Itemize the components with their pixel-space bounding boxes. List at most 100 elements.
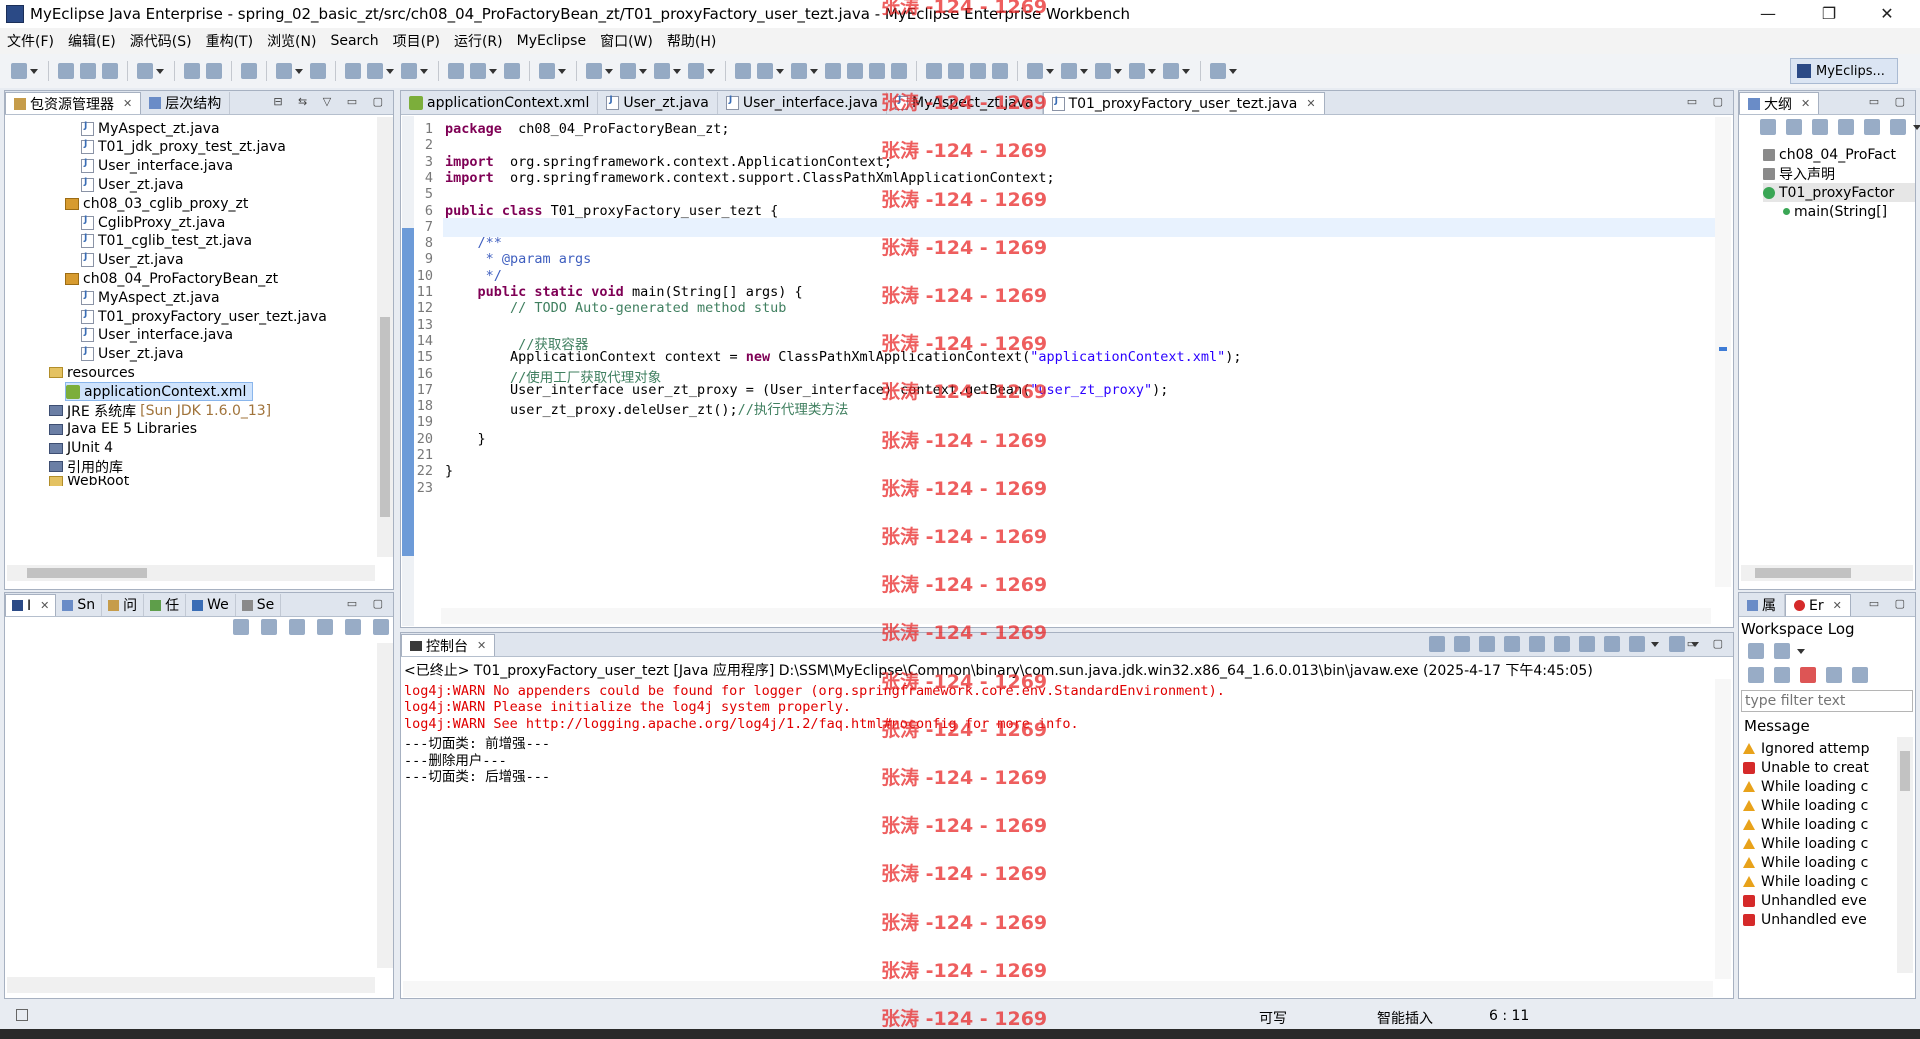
toolbar-button-icon[interactable] [825,63,841,79]
tab-editor-1[interactable]: User_zt.java [598,92,718,114]
toolbar-button-icon[interactable] [1061,63,1077,79]
activate-on-event-icon[interactable] [1852,667,1868,683]
menu-item-8[interactable]: MyEclipse [510,33,593,49]
menu-item-3[interactable]: 重构(T) [199,31,260,51]
tree-item[interactable]: User_zt.java [81,345,184,364]
tab-console[interactable]: 控制台 ✕ [401,634,496,656]
tree-item[interactable]: Java EE 5 Libraries [49,420,197,439]
toolbar-button-icon[interactable] [654,63,670,79]
tree-item[interactable]: T01_cglib_test_zt.java [81,232,252,251]
hide-fields-icon[interactable] [1812,119,1828,135]
log-row[interactable]: While loading c [1743,777,1893,796]
fit-icon[interactable] [345,619,361,635]
clear-console-icon[interactable] [1504,636,1520,652]
open-console-icon[interactable] [1669,636,1685,652]
menu-item-0[interactable]: 文件(F) [0,31,61,51]
tab-error-log[interactable]: Er ✕ [1785,594,1851,616]
toolbar-button-icon[interactable] [310,63,326,79]
tab-bottom-left-4[interactable]: We [186,594,236,616]
view-controls[interactable]: ▭ ▢ [1687,637,1729,650]
tree-item[interactable]: WebRoot [49,476,129,487]
toolbar-button-icon[interactable] [1095,63,1111,79]
restore-log-icon[interactable] [1826,667,1842,683]
tab-hierarchy[interactable]: 层次结构 [141,92,231,114]
menu-item-5[interactable]: Search [323,33,385,49]
tab-editor-4[interactable]: T01_proxyFactory_user_tezt.java ✕ [1042,92,1325,114]
tree-item[interactable]: 引用的库 [49,457,123,476]
toolbar-button-icon[interactable] [401,63,417,79]
hide-static-icon[interactable] [1838,119,1854,135]
tab-bottom-left-1[interactable]: Sn [56,594,103,616]
minimize-button[interactable]: — [1745,0,1791,28]
toolbar-button-icon[interactable] [620,63,636,79]
close-icon[interactable]: ✕ [123,97,132,110]
tree-item[interactable]: MyAspect_zt.java [81,288,220,307]
toolbar-button-icon[interactable] [948,63,964,79]
tree-item[interactable]: ch08_03_cglib_proxy_zt [65,194,248,213]
import-log-icon[interactable] [1774,643,1790,659]
log-row[interactable]: While loading c [1743,796,1893,815]
terminate-icon[interactable] [1429,636,1445,652]
log-row[interactable]: While loading c [1743,834,1893,853]
fast-view-icon[interactable] [16,1009,28,1021]
log-row[interactable]: Unable to creat [1743,758,1893,777]
editor-vscrollbar[interactable] [1715,117,1731,587]
dropdown-arrow-icon[interactable] [1046,63,1054,79]
view-controls[interactable]: ▭ ▢ [1687,95,1729,108]
export-log-icon[interactable] [1748,643,1764,659]
bottom-left-vscrollbar[interactable] [377,643,393,968]
log-filter-input[interactable] [1741,690,1913,712]
dropdown-arrow-icon[interactable] [1148,63,1156,79]
outline-item[interactable]: 导入声明 [1763,164,1835,183]
menu-item-7[interactable]: 运行(R) [447,31,510,51]
tree-item[interactable]: User_zt.java [81,251,184,270]
image-icon[interactable] [261,619,277,635]
view-controls[interactable]: ▭ ▢ [347,597,389,610]
menu-item-1[interactable]: 编辑(E) [61,31,123,51]
console-hscrollbar[interactable] [403,981,1713,997]
dropdown-arrow-icon[interactable] [673,63,681,79]
tree-item[interactable]: CglibProxy_zt.java [81,213,225,232]
tree-item[interactable]: T01_proxyFactory_user_tezt.java [81,307,327,326]
tree-item[interactable]: ch08_04_ProFactoryBean_zt [65,269,278,288]
menu-item-2[interactable]: 源代码(S) [123,31,199,51]
toolbar-button-icon[interactable] [791,63,807,79]
dropdown-arrow-icon[interactable] [707,63,715,79]
outline-hscrollbar[interactable] [1741,565,1913,581]
tab-package-explorer[interactable]: 包资源管理器 ✕ [5,92,142,114]
outline-item[interactable]: main(String[] [1783,202,1887,221]
dropdown-arrow-icon[interactable] [1114,63,1122,79]
dropdown-arrow-icon[interactable] [30,63,38,79]
show-on-stderr-icon[interactable] [1579,636,1595,652]
toolbar-button-icon[interactable] [367,63,383,79]
dropdown-arrow-icon[interactable] [1080,63,1088,79]
dropdown-arrow-icon[interactable] [810,63,818,79]
console-vscrollbar[interactable] [1715,679,1731,979]
view-controls[interactable]: ▭ ▢ [1869,597,1911,610]
tab-bottom-left-2[interactable]: 问 [102,594,145,616]
outline-item[interactable]: ch08_04_ProFact [1763,145,1896,164]
close-icon[interactable]: ✕ [1306,97,1315,110]
tree-item[interactable]: User_interface.java [81,326,233,345]
tab-editor-0[interactable]: applicationContext.xml [401,92,599,114]
zoom-out-icon[interactable] [289,619,305,635]
tree-item[interactable]: JUnit 4 [49,439,113,458]
scroll-lock-icon[interactable] [1529,636,1545,652]
remove-all-icon[interactable] [1479,636,1495,652]
sort-icon[interactable] [1786,119,1802,135]
dropdown-arrow-icon[interactable] [1182,63,1190,79]
tab-outline[interactable]: 大纲 ✕ [1739,92,1820,114]
display-console-icon[interactable] [1629,636,1645,652]
log-row[interactable]: Unhandled eve [1743,910,1893,929]
log-row[interactable]: While loading c [1743,815,1893,834]
menu-item-10[interactable]: 帮助(H) [660,31,723,51]
toolbar-button-icon[interactable] [80,63,96,79]
tab-bottom-left-0[interactable]: I ✕ [5,594,57,616]
dropdown-arrow-icon[interactable] [420,63,428,79]
explorer-vscrollbar[interactable] [377,117,393,557]
dropdown-arrow-icon[interactable] [639,63,647,79]
collapse-all-icon[interactable] [1760,119,1776,135]
menu-item-6[interactable]: 项目(P) [386,31,447,51]
dropdown-arrow-icon[interactable] [386,63,394,79]
tab-bottom-left-5[interactable]: Se [236,594,282,616]
